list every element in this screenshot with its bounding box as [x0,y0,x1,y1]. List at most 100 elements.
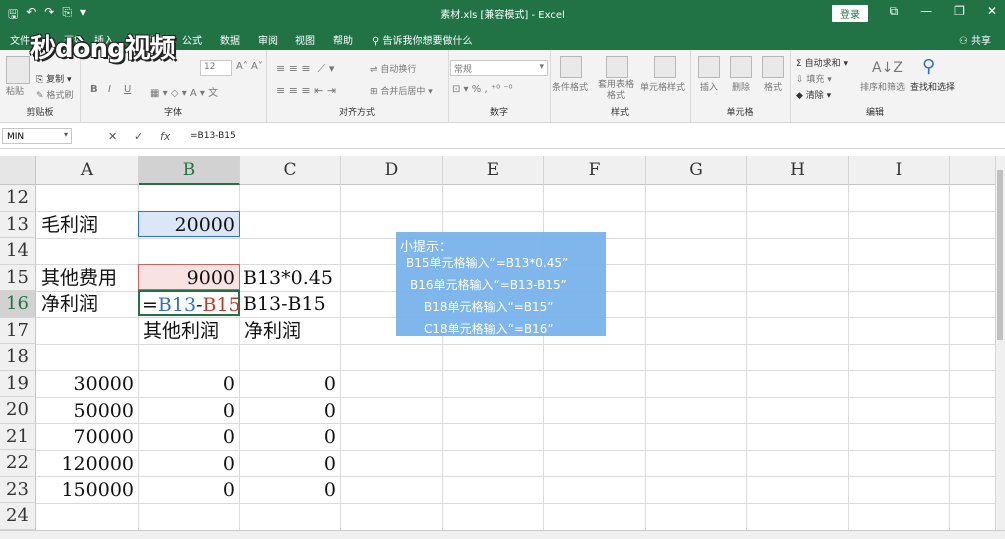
cell-c16[interactable]: B13-B15 [239,291,340,317]
find-icon[interactable]: ⚲ [922,56,935,77]
group-label-alignment: 对齐方式 [338,108,375,118]
row-header-15[interactable]: 15 [0,264,36,291]
minimize-icon[interactable]: — [920,4,932,19]
copy-button[interactable]: ⎘ 复制 ▾ [36,72,71,85]
font-size-select[interactable]: 12 [200,60,232,76]
paste-icon[interactable] [6,56,30,84]
tab-formulas[interactable]: 公式 [182,32,202,47]
column-header-b[interactable]: B [139,156,240,185]
tab-help[interactable]: 帮助 [333,32,353,47]
sort-filter-icon[interactable]: A↓Z [872,60,903,76]
column-header-g[interactable]: G [646,156,747,185]
cell-c23[interactable]: 0 [239,477,340,503]
restore-icon[interactable]: ❐ [954,4,965,19]
merge-center-button[interactable]: ⊞ 合并后居中 ▾ [370,84,433,97]
ribbon-display-icon[interactable]: ⧉ [890,4,899,19]
cell-c17[interactable]: 净利润 [240,318,341,344]
scrollbar-thumb[interactable] [997,170,1003,340]
cell-b22[interactable]: 0 [138,451,239,477]
cell-a15[interactable]: 其他费用 [37,265,138,291]
name-box[interactable]: MIN [2,128,72,144]
tab-review[interactable]: 审阅 [258,32,278,47]
row-header-24[interactable]: 24 [0,503,36,530]
format-as-table-icon[interactable] [606,56,628,78]
border-fill-color-controls[interactable]: ▦ ▾ ◇ ▾ A ▾ 文 [150,84,218,99]
autosum-button[interactable]: Σ 自动求和 ▾ [796,56,848,69]
insert-cells-icon[interactable] [698,56,720,78]
cell-c21[interactable]: 0 [239,424,340,450]
cell-b17[interactable]: 其他利润 [139,318,240,344]
clear-button[interactable]: ◆ 清除 ▾ [796,88,831,101]
underline-button[interactable]: U [124,84,131,95]
row-header-18[interactable]: 18 [0,344,36,371]
conditional-format-icon[interactable] [560,56,582,78]
column-header-d[interactable]: D [341,156,443,185]
column-header-a[interactable]: A [36,156,139,185]
column-header-e[interactable]: E [443,156,544,185]
name-box-dropdown-icon[interactable]: ▾ [64,130,68,139]
tab-view[interactable]: 视图 [295,32,315,47]
row-header-17[interactable]: 17 [0,317,36,344]
row-header-23[interactable]: 23 [0,476,36,503]
cell-b16-editing[interactable]: =B13-B15 [138,290,241,316]
cell-a20[interactable]: 50000 [37,398,138,424]
row-header-22[interactable]: 22 [0,450,36,477]
close-icon[interactable]: ✕ [987,4,997,19]
italic-button[interactable]: I [108,84,111,95]
cell-b13[interactable]: 20000 [138,211,240,237]
row-header-13[interactable]: 13 [0,211,36,238]
cell-b19[interactable]: 0 [138,371,239,397]
cell-a23[interactable]: 150000 [37,477,138,503]
cell-a13[interactable]: 毛利润 [37,212,138,238]
font-grow-shrink[interactable]: A˄ A˅ [236,61,263,72]
worksheet-grid[interactable]: A B C D E F G H I 12 13 14 15 16 17 18 1… [0,156,1005,538]
cancel-icon[interactable]: ✕ [108,130,117,143]
cell-c15[interactable]: B13*0.45 [239,265,340,291]
row-header-20[interactable]: 20 [0,397,36,424]
row-header-16[interactable]: 16 [0,291,36,318]
bold-button[interactable]: B [90,84,98,95]
login-button[interactable]: 登录 [832,5,868,22]
cell-b21[interactable]: 0 [138,424,239,450]
number-format-buttons[interactable]: ⊡ ▾ % , ⁺⁰ ⁻⁰ [452,84,513,95]
cell-c22[interactable]: 0 [239,451,340,477]
cell-a19[interactable]: 30000 [37,371,138,397]
lightbulb-icon: ⚲ [372,36,383,47]
insert-function-icon[interactable]: fx [160,130,170,143]
fill-button[interactable]: ⇩ 填充 ▾ [796,72,832,85]
cell-b20[interactable]: 0 [138,398,239,424]
row-header-12[interactable]: 12 [0,185,36,212]
select-all-corner[interactable] [0,156,36,185]
tab-data[interactable]: 数据 [220,32,240,47]
format-painter-button[interactable]: ✎ 格式刷 [36,88,73,101]
delete-cells-icon[interactable] [730,56,752,78]
column-header-j[interactable] [950,156,996,185]
cell-c19[interactable]: 0 [239,371,340,397]
tip-line: B16单元格输入“=B13-B15” [410,278,567,292]
enter-icon[interactable]: ✓ [134,130,143,143]
row-header-14[interactable]: 14 [0,238,36,265]
number-format-select[interactable]: 常规 ▾ [450,60,548,76]
tell-me-search[interactable]: ⚲ 告诉我你想要做什么 [372,32,473,47]
tab-file[interactable]: 文件 [10,32,30,47]
wrap-text-button[interactable]: ⇌ 自动换行 [370,62,416,75]
horizontal-align-icons[interactable]: ≡ ≡ ≡ ⇤ ⇥ [276,84,336,97]
formula-input[interactable]: =B13-B15 [190,131,236,141]
vertical-align-icons[interactable]: ≡ ≡ ≡ ⟋ ▾ [276,62,334,76]
share-button[interactable]: ⚇ 共享 [959,32,991,47]
row-header-21[interactable]: 21 [0,423,36,450]
cell-b15[interactable]: 9000 [138,264,240,290]
cell-a16[interactable]: 净利润 [37,291,138,317]
cell-styles-icon[interactable] [654,56,676,78]
vertical-scrollbar[interactable] [995,156,1005,538]
cell-a21[interactable]: 70000 [37,424,138,450]
cell-b23[interactable]: 0 [138,477,239,503]
column-header-h[interactable]: H [747,156,849,185]
column-header-c[interactable]: C [240,156,341,185]
cell-c20[interactable]: 0 [239,398,340,424]
row-header-19[interactable]: 19 [0,370,36,397]
column-header-i[interactable]: I [849,156,950,185]
cell-a22[interactable]: 120000 [37,451,138,477]
column-header-f[interactable]: F [544,156,646,185]
format-cells-icon[interactable] [762,56,784,78]
